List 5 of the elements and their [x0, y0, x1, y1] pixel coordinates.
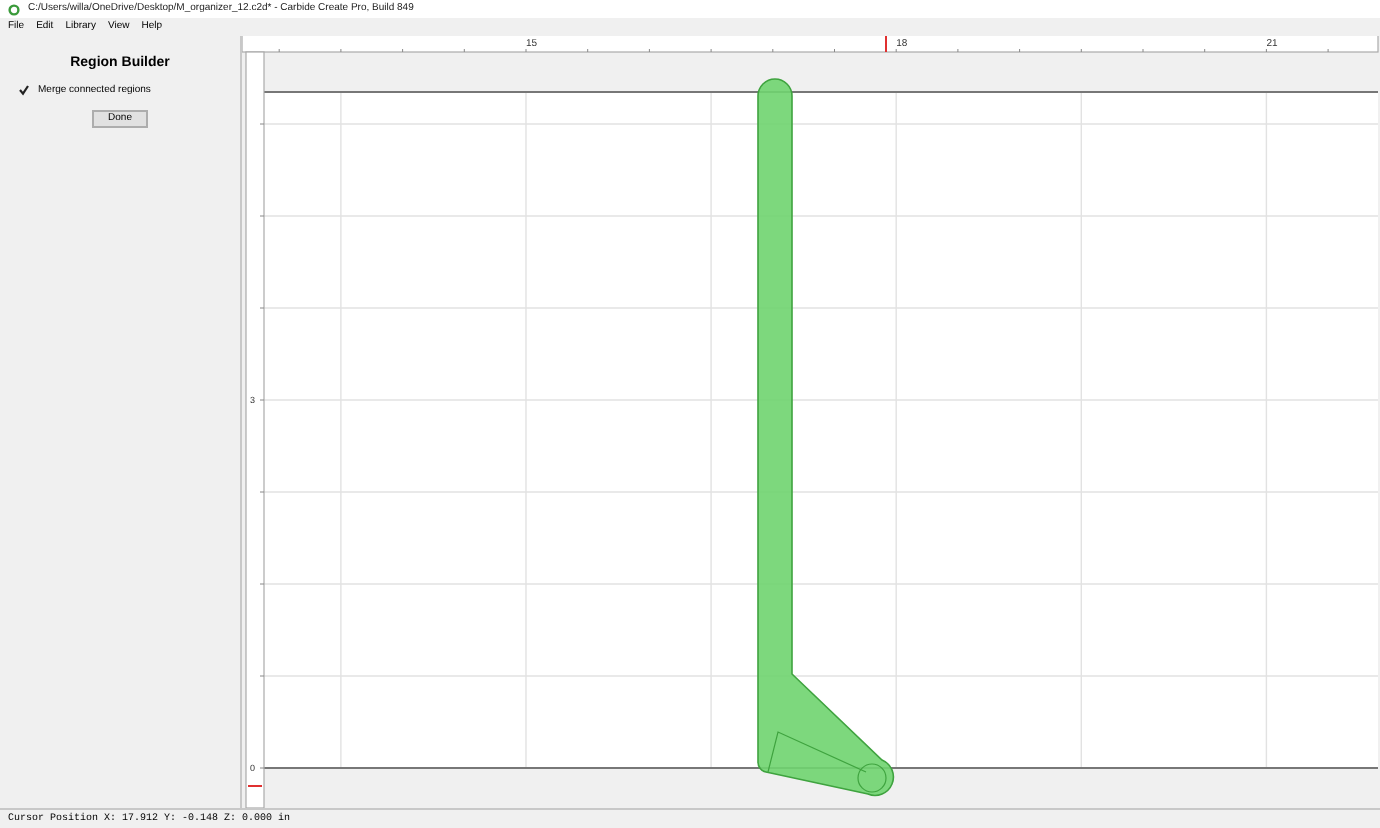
app-logo-icon — [8, 3, 20, 15]
cursor-marker — [247, 785, 263, 787]
cursor-marker — [885, 36, 887, 53]
checkbox[interactable] — [18, 84, 30, 97]
region-shape[interactable] — [757, 78, 895, 797]
